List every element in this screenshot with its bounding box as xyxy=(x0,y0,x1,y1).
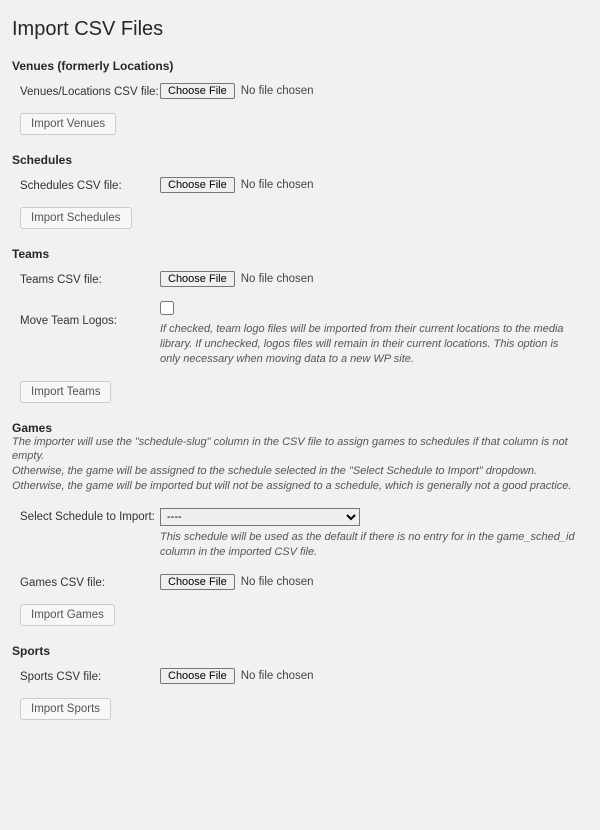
import-sports-button[interactable]: Import Sports xyxy=(20,698,111,720)
sports-file-label: Sports CSV file: xyxy=(20,668,160,683)
sports-file-input[interactable]: Choose File No file chosen xyxy=(160,668,314,684)
no-file-chosen-text: No file chosen xyxy=(241,85,314,97)
teams-file-label: Teams CSV file: xyxy=(20,271,160,286)
select-schedule-dropdown[interactable]: ---- xyxy=(160,508,360,526)
teams-file-input[interactable]: Choose File No file chosen xyxy=(160,271,314,287)
no-file-chosen-text: No file chosen xyxy=(241,576,314,588)
import-schedules-button[interactable]: Import Schedules xyxy=(20,207,132,229)
page-title: Import CSV Files xyxy=(12,18,588,41)
section-heading-sports: Sports xyxy=(12,644,588,658)
section-heading-teams: Teams xyxy=(12,247,588,261)
venues-file-input[interactable]: Choose File No file chosen xyxy=(160,83,314,99)
no-file-chosen-text: No file chosen xyxy=(241,273,314,285)
select-schedule-description: This schedule will be used as the defaul… xyxy=(160,530,580,560)
choose-file-button[interactable]: Choose File xyxy=(160,177,235,193)
import-teams-button[interactable]: Import Teams xyxy=(20,381,111,403)
games-file-input[interactable]: Choose File No file chosen xyxy=(160,574,314,590)
no-file-chosen-text: No file chosen xyxy=(241,670,314,682)
games-desc-line3: Otherwise, the game will be imported but… xyxy=(12,480,571,492)
section-heading-venues: Venues (formerly Locations) xyxy=(12,59,588,73)
move-team-logos-description: If checked, team logo files will be impo… xyxy=(160,322,580,367)
no-file-chosen-text: No file chosen xyxy=(241,179,314,191)
select-schedule-label: Select Schedule to Import: xyxy=(20,508,160,523)
games-desc-line1: The importer will use the "schedule-slug… xyxy=(12,436,568,463)
games-section-description: The importer will use the "schedule-slug… xyxy=(12,435,588,494)
schedules-file-label: Schedules CSV file: xyxy=(20,177,160,192)
choose-file-button[interactable]: Choose File xyxy=(160,271,235,287)
choose-file-button[interactable]: Choose File xyxy=(160,574,235,590)
choose-file-button[interactable]: Choose File xyxy=(160,668,235,684)
choose-file-button[interactable]: Choose File xyxy=(160,83,235,99)
section-heading-schedules: Schedules xyxy=(12,153,588,167)
schedules-file-input[interactable]: Choose File No file chosen xyxy=(160,177,314,193)
import-games-button[interactable]: Import Games xyxy=(20,604,115,626)
section-heading-games: Games xyxy=(12,421,588,435)
move-team-logos-label: Move Team Logos: xyxy=(20,301,160,327)
games-desc-line2: Otherwise, the game will be assigned to … xyxy=(12,465,537,477)
move-team-logos-checkbox[interactable] xyxy=(160,301,174,315)
import-venues-button[interactable]: Import Venues xyxy=(20,113,116,135)
venues-file-label: Venues/Locations CSV file: xyxy=(20,83,160,98)
games-file-label: Games CSV file: xyxy=(20,574,160,589)
